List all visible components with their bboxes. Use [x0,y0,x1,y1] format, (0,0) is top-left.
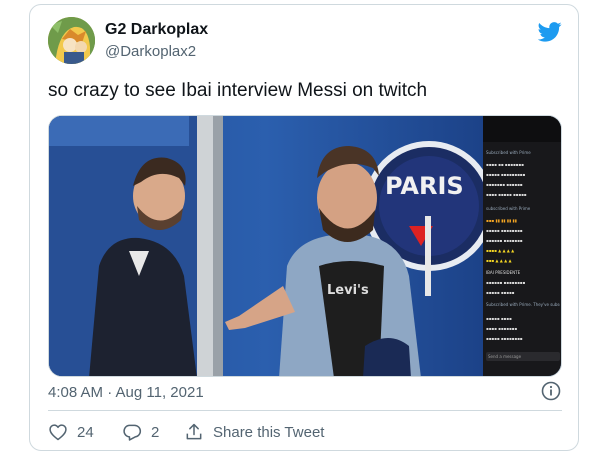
chat-line: ▪▪▪▪▪ ▪▪▪▪▪ [486,290,515,295]
chat-line: subscribed with Prime [486,206,531,211]
chat-line: ▪▪▪▪▪ ▪▪▪▪▪▪▪▪ [486,228,523,233]
twitter-bird-icon[interactable] [538,21,562,43]
author-name[interactable]: G2 Darkoplax [105,21,208,39]
chat-line: ▪▪▪▪ ▲ ▲ ▲ ▲ [486,248,515,253]
chat-input: Send a message [486,352,560,361]
chat-line: ▪▪▪▪▪▪ ▪▪▪▪▪▪▪▪ [486,280,526,285]
avatar[interactable] [48,17,95,64]
chat-line: ▪▪▪▪▪ ▪▪▪▪▪▪▪▪ [486,336,523,341]
like-button[interactable]: 24 [48,421,94,443]
divider [48,410,562,411]
chat-line: ▪▪▪▪▪ ▪▪▪▪▪▪▪▪▪ [486,172,526,177]
chat-line: ▪▪▪▪▪ ▪▪▪▪ [486,316,512,321]
share-button[interactable]: Share this Tweet [184,421,324,443]
chat-line: ▪▪▪▪ ▪▪▪▪▪▪▪ [486,326,518,331]
chat-line: ▪▪▪ ▲ ▲ ▲ ▲ [486,258,512,263]
video-frame: PARIS Levi's [49,116,483,376]
chat-line: ▪▪▪▪ ▪▪▪▪▪ ▪▪▪▪▪ [486,192,527,197]
avatar-image [48,17,95,64]
chat-line: ▪▪▪▪▪▪ ▪▪▪▪▪▪▪ [486,238,523,243]
chat-header [483,116,561,142]
psg-sign-text: PARIS [385,172,464,200]
reply-button[interactable]: 2 [122,421,159,443]
info-icon[interactable] [541,381,561,401]
chat-line: ▪▪▪ ▮▮ ▮▮ ▮▮ ▮▮ [486,218,517,223]
tweet-video[interactable]: PARIS Levi's Subscribed with Prime ▪▪▪▪ … [48,115,562,377]
share-label: Share this Tweet [213,423,325,441]
share-icon [186,423,202,440]
heart-icon [49,424,67,441]
chat-line: ▪▪▪▪ ▪▪ ▪▪▪▪▪▪▪ [486,162,524,167]
tweet-text: so crazy to see Ibai interview Messi on … [48,80,428,101]
tweet-timestamp[interactable]: 4:08 AM · Aug 11, 2021 [48,384,204,401]
tweet-actions: 24 2 Share this Tweet [48,421,562,443]
reply-icon [123,424,142,441]
chat-line: Subscribed with Prime [486,150,531,155]
shirt-text: Levi's [327,283,369,298]
tweet-card: G2 Darkoplax @Darkoplax2 so crazy to see… [29,4,579,451]
chat-line: Subscribed with Prime. They've subscribe… [486,302,560,307]
reply-count: 2 [151,423,160,441]
like-count: 24 [77,423,94,441]
chat-line: IBAI PRESIDENTE [486,270,521,275]
author-handle[interactable]: @Darkoplax2 [105,43,196,60]
chat-line: ▪▪▪▪▪▪▪ ▪▪▪▪▪▪ [486,182,523,187]
stream-chat-panel: Subscribed with Prime ▪▪▪▪ ▪▪ ▪▪▪▪▪▪▪ ▪▪… [483,116,561,376]
